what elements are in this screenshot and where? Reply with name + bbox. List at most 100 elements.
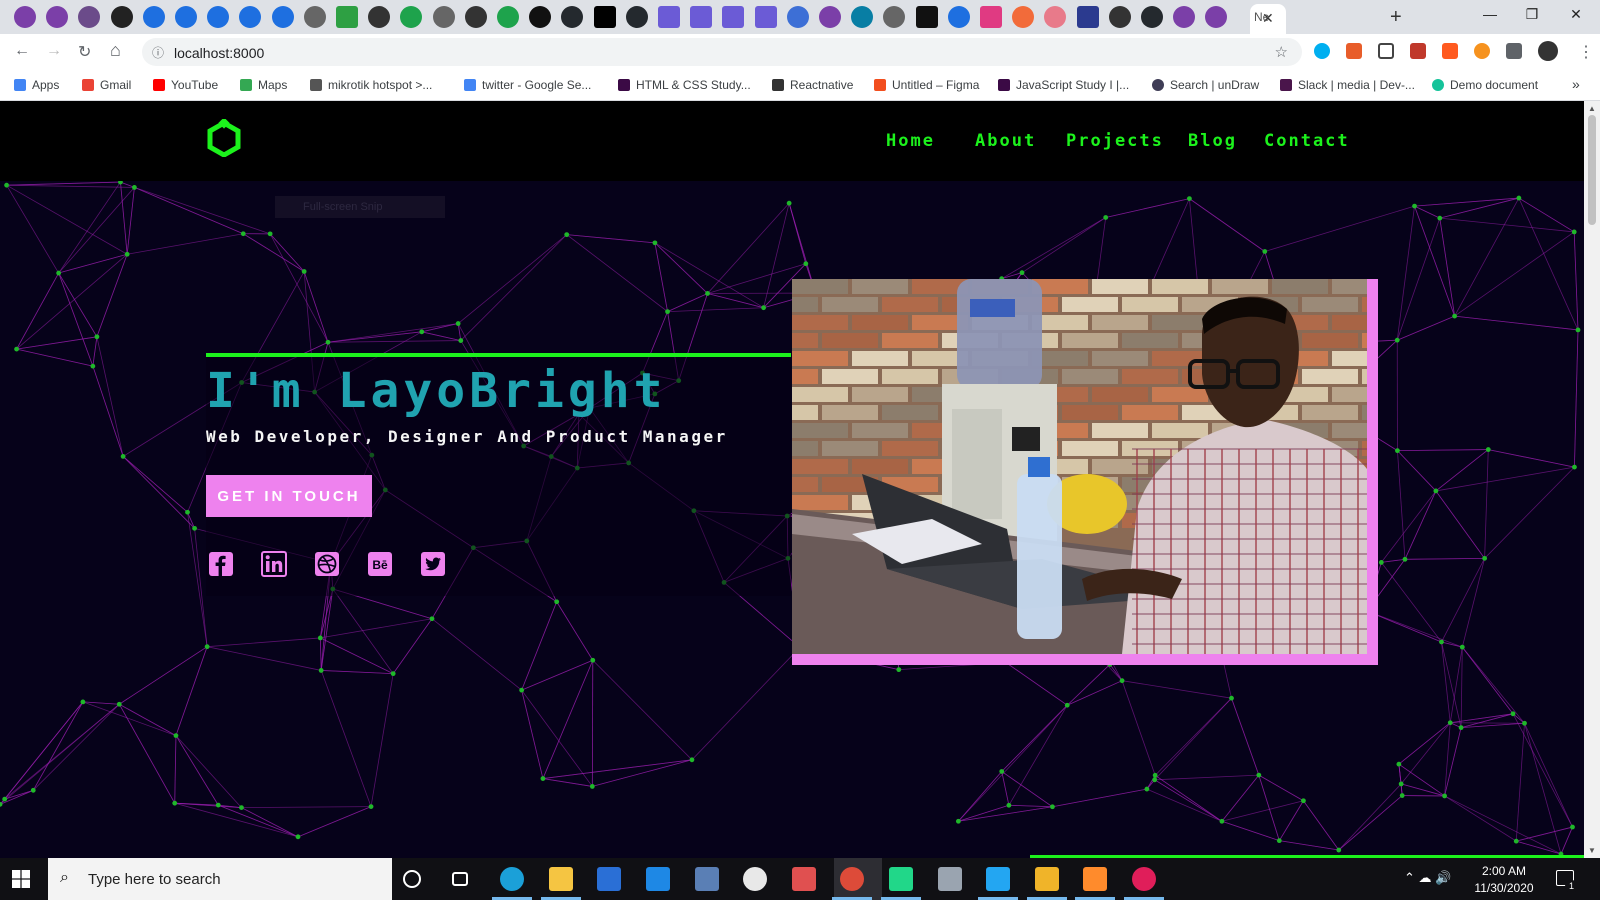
bookmark-maps[interactable]: Maps	[240, 78, 287, 92]
c-icon[interactable]	[175, 6, 197, 28]
opera-icon[interactable]	[819, 6, 841, 28]
dribbble-icon[interactable]	[314, 551, 340, 577]
behance-icon[interactable]: Bē	[367, 551, 393, 577]
windows-start-icon[interactable]	[12, 870, 30, 888]
sublime-icon[interactable]	[1083, 867, 1108, 891]
bookmark-mikrotik[interactable]: mikrotik hotspot >...	[310, 78, 432, 92]
address-bar[interactable]: ⓘ localhost:8000 ☆	[142, 38, 1302, 66]
office-extension-icon[interactable]	[1346, 43, 1362, 59]
minimize-button[interactable]: —	[1470, 6, 1510, 22]
bookmark-html-css[interactable]: HTML & CSS Study...	[618, 78, 751, 92]
mesh-line	[1401, 783, 1445, 797]
cube-icon[interactable]	[110, 6, 133, 28]
spark-extension-icon[interactable]	[1442, 43, 1458, 59]
opera-icon[interactable]	[14, 6, 36, 28]
remote-desktop-icon[interactable]	[694, 867, 719, 891]
nav-home[interactable]: Home	[886, 131, 935, 151]
github-icon[interactable]	[625, 6, 648, 28]
edge-icon[interactable]	[500, 867, 525, 891]
slack-icon[interactable]	[1132, 867, 1156, 891]
onedrive-icon[interactable]	[743, 867, 768, 891]
back-icon[interactable]: ←	[14, 42, 30, 60]
settings-icon[interactable]	[937, 867, 962, 891]
new-tab-button[interactable]: +	[1390, 6, 1402, 29]
bookmark-figma[interactable]: Untitled – Figma	[874, 78, 979, 92]
twitter-icon[interactable]	[420, 551, 446, 577]
nav-contact[interactable]: Contact	[1264, 131, 1350, 151]
box-icon[interactable]	[980, 6, 1002, 28]
scroll-down-icon[interactable]: ▼	[1588, 846, 1596, 855]
fire-extension-icon[interactable]	[1474, 43, 1490, 59]
c-icon[interactable]	[142, 6, 165, 28]
scroll-up-icon[interactable]: ▲	[1588, 104, 1596, 113]
diamond-icon[interactable]	[1108, 6, 1131, 28]
partial-tab-title[interactable]: Ne	[1254, 10, 1269, 24]
home-icon[interactable]: ⌂	[110, 40, 121, 61]
globe-icon[interactable]	[303, 6, 326, 28]
square-icon[interactable]	[915, 6, 938, 28]
c-icon[interactable]	[947, 6, 970, 28]
linkedin-icon[interactable]	[261, 551, 287, 577]
cast-extension-icon[interactable]	[1378, 43, 1394, 59]
bookmark-undraw[interactable]: Search | unDraw	[1152, 78, 1259, 92]
facebook-icon[interactable]	[208, 551, 234, 577]
bookmark-gmail[interactable]: Gmail	[82, 78, 131, 92]
restore-button[interactable]: ❐	[1512, 6, 1552, 23]
bookmark-javascript[interactable]: JavaScript Study I |...	[998, 78, 1129, 92]
profile-avatar[interactable]	[1538, 41, 1558, 61]
c-icon[interactable]	[271, 6, 294, 28]
bookmark-twitter-search[interactable]: twitter - Google Se...	[464, 78, 591, 92]
bookmark-youtube[interactable]: YouTube	[153, 78, 218, 92]
skype-extension-icon[interactable]	[1314, 43, 1330, 59]
github-icon[interactable]	[1141, 6, 1163, 28]
screenshot-extension-icon[interactable]	[1410, 43, 1426, 59]
mesh-node	[90, 363, 96, 369]
store-icon[interactable]	[597, 867, 622, 891]
close-window-button[interactable]: ✕	[1556, 6, 1596, 23]
globe-icon[interactable]	[432, 6, 455, 28]
chart-icon[interactable]	[1076, 6, 1099, 28]
gallery-icon[interactable]	[336, 6, 358, 28]
mail-icon[interactable]	[646, 867, 670, 891]
reload-icon[interactable]: ↻	[78, 42, 91, 62]
bookmark-star-icon[interactable]: ☆	[1275, 43, 1288, 61]
forward-icon[interactable]: →	[46, 42, 62, 60]
brick	[792, 423, 848, 438]
site-logo[interactable]	[206, 119, 242, 157]
bookmarks-overflow-icon[interactable]: »	[1572, 76, 1580, 92]
cortana-icon[interactable]	[403, 870, 421, 888]
address-url[interactable]: localhost:8000	[174, 45, 264, 61]
flag-icon[interactable]	[754, 6, 777, 28]
shield-icon[interactable]	[786, 6, 809, 28]
mesh-line	[1154, 779, 1223, 822]
bookmark-demo-document[interactable]: Demo document	[1432, 78, 1538, 92]
site-info-icon[interactable]: ⓘ	[152, 44, 164, 61]
bookmark-reactnative[interactable]: Reactnative	[772, 78, 853, 92]
flag-icon[interactable]	[690, 6, 713, 28]
chrome-menu-icon[interactable]: ⋮	[1578, 42, 1594, 62]
get-in-touch-button[interactable]: GET IN TOUCH	[206, 475, 372, 517]
git-icon[interactable]	[1034, 867, 1059, 891]
jetbrains-icon[interactable]	[889, 867, 913, 891]
page-scrollbar[interactable]: ▲ ▼	[1584, 101, 1600, 858]
vscode-icon[interactable]	[986, 867, 1011, 891]
paint-icon[interactable]	[791, 867, 816, 891]
flag-icon[interactable]	[658, 6, 680, 28]
nav-about[interactable]: About	[975, 131, 1036, 151]
flag-icon[interactable]	[722, 6, 745, 28]
nav-projects[interactable]: Projects	[1066, 131, 1164, 151]
file-explorer-icon[interactable]	[548, 867, 573, 891]
extensions-puzzle-icon[interactable]	[1506, 43, 1522, 59]
scrollbar-thumb[interactable]	[1588, 115, 1596, 225]
bookmark-apps[interactable]: Apps	[14, 78, 59, 92]
bookmark-slack[interactable]: Slack | media | Dev-...	[1280, 78, 1415, 92]
seven-icon[interactable]	[497, 6, 519, 28]
diamond-icon[interactable]	[464, 6, 487, 28]
system-tray-icons[interactable]: ⌃ ☁ 🔊	[1404, 870, 1451, 886]
medium-icon[interactable]	[593, 6, 616, 28]
clock-time[interactable]: 2:00 AM	[1464, 864, 1544, 878]
nav-blog[interactable]: Blog	[1188, 131, 1237, 151]
task-view-icon[interactable]	[451, 872, 468, 886]
clock-date[interactable]: 11/30/2020	[1464, 881, 1544, 895]
taskbar-search-box[interactable]: ⌕ Type here to search	[48, 858, 392, 900]
